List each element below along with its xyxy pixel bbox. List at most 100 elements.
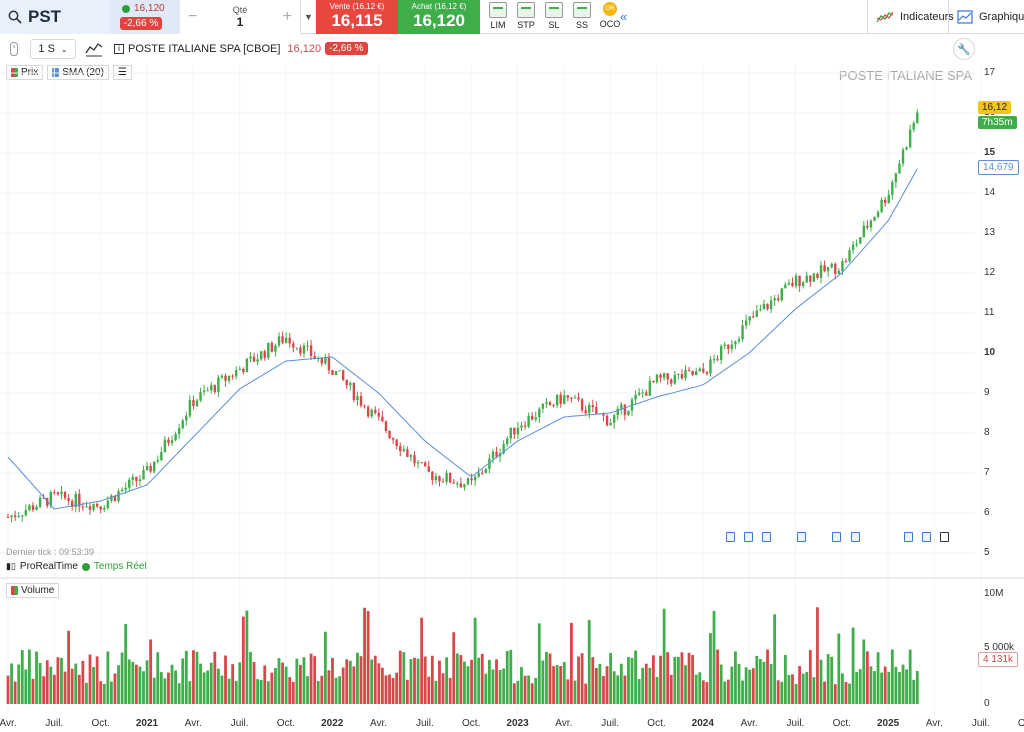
- volume-bar: [174, 670, 177, 704]
- volume-bar: [405, 679, 409, 704]
- x-tick-label: 2023: [506, 718, 529, 729]
- event-icon[interactable]: [797, 532, 806, 542]
- volume-bar: [780, 681, 784, 704]
- volume-bar: [776, 680, 780, 704]
- chart-type-button[interactable]: [84, 39, 104, 59]
- candle: [420, 462, 423, 464]
- order-ss-button[interactable]: SS: [570, 2, 594, 30]
- wrench-icon: 🔧: [957, 43, 971, 56]
- volume-bar: [24, 669, 28, 704]
- candle: [6, 513, 10, 518]
- buy-button[interactable]: Achat (16,12 €) 16,120: [398, 0, 480, 34]
- x-tick-label: Avr.: [370, 718, 388, 729]
- chart-button[interactable]: Graphique: [948, 0, 1024, 34]
- legend-volume[interactable]: Volume: [6, 583, 60, 598]
- candle: [484, 468, 488, 474]
- candle: [513, 427, 516, 440]
- price-chart[interactable]: [0, 64, 1024, 718]
- event-icon[interactable]: [726, 532, 735, 542]
- volume-bar: [890, 649, 894, 704]
- candle: [916, 109, 919, 124]
- chevron-down-icon: ▼: [304, 12, 313, 22]
- quantity-stepper: − Qté 1 +: [180, 0, 300, 34]
- candle: [185, 411, 188, 426]
- provider-name: ProRealTime: [19, 561, 78, 572]
- candle: [566, 395, 570, 402]
- volume-bar: [95, 656, 99, 704]
- volume-bar: [170, 664, 174, 704]
- x-tick-label: Avr.: [555, 718, 573, 729]
- drag-handle-icon[interactable]: [8, 41, 20, 57]
- volume-bar: [716, 649, 719, 704]
- volume-bar: [876, 652, 880, 704]
- sell-price: 16,115: [331, 11, 383, 30]
- volume-bar: [81, 660, 85, 704]
- volume-bar: [844, 681, 848, 704]
- candle: [334, 371, 338, 376]
- volume-bar: [873, 671, 876, 704]
- candle: [777, 294, 780, 302]
- volume-bar: [391, 677, 395, 704]
- candle: [131, 473, 135, 486]
- event-icon[interactable]: [851, 532, 860, 542]
- candle: [612, 413, 616, 429]
- volume-bar: [167, 672, 170, 704]
- candle: [730, 339, 734, 353]
- chart-label: Graphique: [979, 11, 1024, 23]
- qty-increase-button[interactable]: +: [283, 8, 292, 26]
- volume-bar: [498, 669, 502, 704]
- volume-bar: [808, 650, 812, 704]
- settings-button[interactable]: 🔧: [953, 38, 975, 60]
- volume-bar: [138, 666, 142, 704]
- candle: [431, 470, 434, 486]
- event-icon[interactable]: [904, 532, 913, 542]
- candle: [687, 366, 691, 372]
- volume-bar: [901, 664, 905, 704]
- volume-bar: [77, 674, 81, 704]
- collapse-icon[interactable]: «: [620, 9, 627, 24]
- event-icon[interactable]: [832, 532, 841, 542]
- volume-bar: [277, 658, 281, 704]
- volume-bar: [56, 657, 60, 704]
- volume-bar: [49, 666, 53, 704]
- order-lim-button[interactable]: LIM: [486, 2, 510, 30]
- volume-bar: [719, 664, 723, 704]
- qty-input[interactable]: 1: [233, 15, 248, 29]
- interval-select[interactable]: 1 S ⌄: [30, 39, 76, 59]
- candle: [538, 407, 541, 424]
- instrument-info[interactable]: i POSTE ITALIANE SPA [CBOE] 16,120 -2,66…: [114, 42, 368, 55]
- order-sl-button[interactable]: SL: [542, 2, 566, 30]
- volume-bar: [88, 654, 92, 704]
- volume-bar: [598, 663, 602, 704]
- event-icon[interactable]: [744, 532, 753, 542]
- info-icon[interactable]: [940, 532, 949, 542]
- candle: [630, 397, 634, 417]
- volume-bar: [641, 667, 645, 704]
- candle: [652, 380, 655, 383]
- candle: [60, 486, 63, 500]
- volume-bar: [584, 683, 588, 704]
- volume-bar: [698, 672, 702, 704]
- qty-decrease-button[interactable]: −: [188, 8, 197, 26]
- order-stp-button[interactable]: STP: [514, 2, 538, 30]
- candle: [869, 218, 873, 232]
- candle: [242, 367, 245, 375]
- event-icon[interactable]: [762, 532, 771, 542]
- candle: [716, 355, 719, 362]
- candle: [894, 172, 898, 188]
- volume-bar: [541, 660, 545, 704]
- candle: [673, 371, 677, 385]
- indicators-icon: [876, 11, 894, 23]
- candle: [199, 387, 202, 403]
- candle: [35, 504, 38, 511]
- chart-icon: [957, 10, 973, 24]
- candle: [249, 352, 252, 363]
- volume-bar: [837, 633, 841, 704]
- order-oco-button[interactable]: OR OCO: [598, 2, 622, 30]
- symbol-search[interactable]: PST: [0, 0, 110, 34]
- event-icon[interactable]: [922, 532, 931, 542]
- sell-button[interactable]: Vente (16,12 €) 16,115: [316, 0, 398, 34]
- candle: [784, 281, 787, 289]
- qty-dropdown-button[interactable]: ▼: [300, 0, 316, 34]
- x-tick-label: Oct.: [1017, 718, 1024, 729]
